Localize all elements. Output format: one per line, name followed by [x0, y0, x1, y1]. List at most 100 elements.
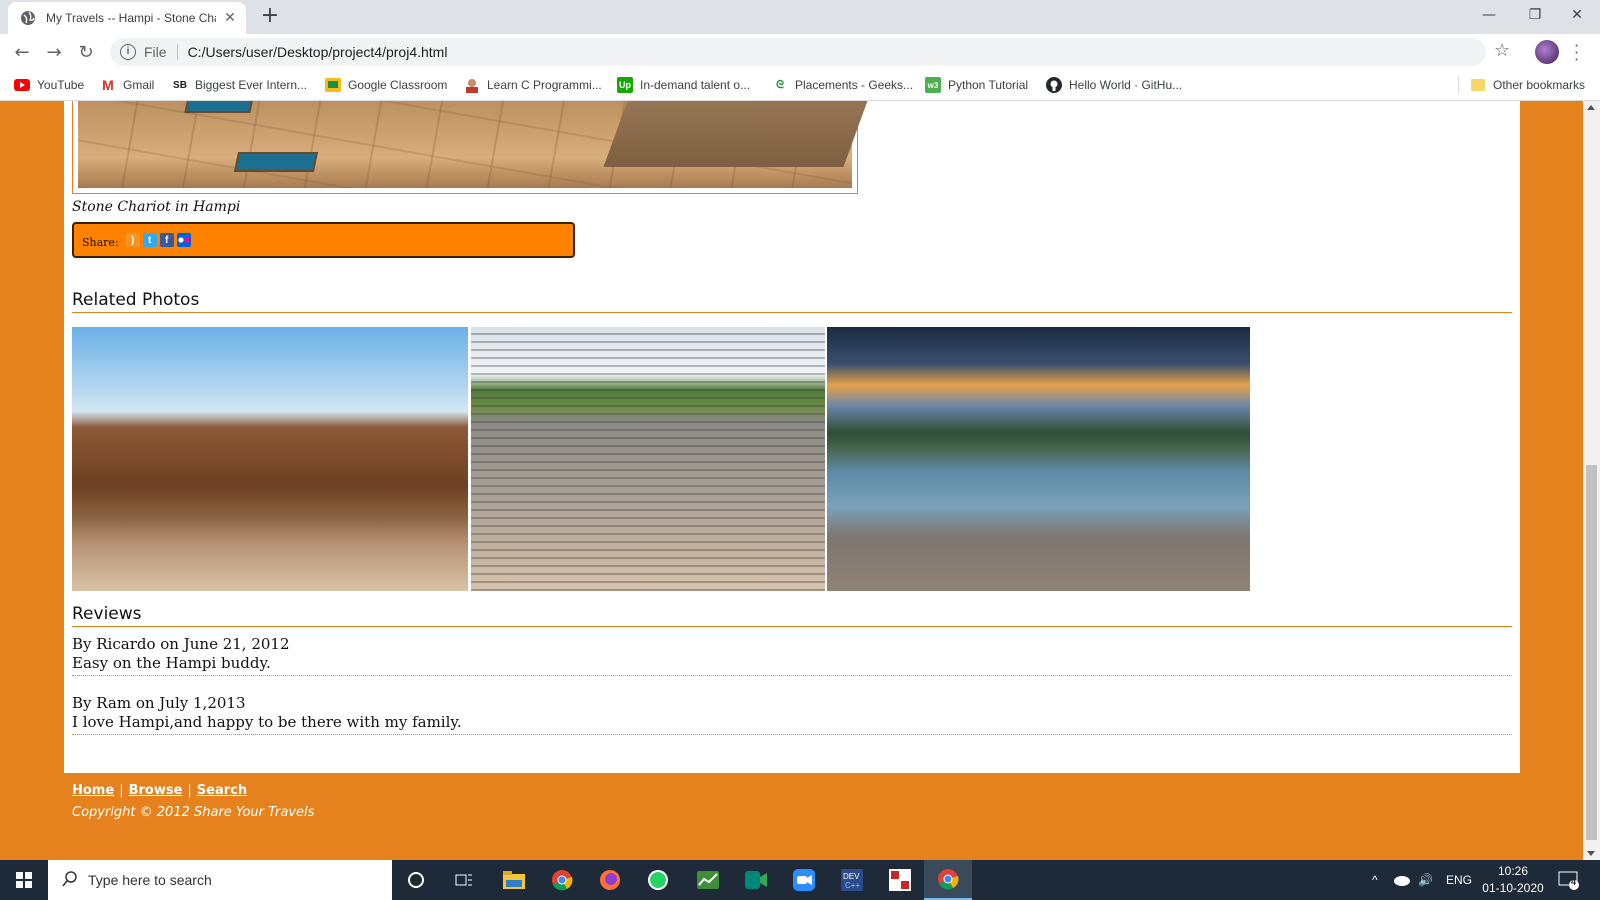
globe-icon	[20, 10, 36, 26]
rss-icon[interactable]: )	[125, 233, 140, 247]
water-tile	[184, 101, 254, 113]
review-divider	[72, 675, 1512, 676]
footer-nav: Home | Browse | Search	[72, 783, 247, 798]
file-explorer-icon[interactable]	[490, 860, 538, 900]
close-tab-icon[interactable]: ✕	[222, 10, 238, 26]
bookmark-label: Google Classroom	[348, 78, 448, 92]
reviews-rule	[72, 626, 1512, 627]
bookmark-gmail[interactable]: M Gmail	[100, 76, 154, 94]
scroll-up-icon[interactable]	[1587, 105, 1595, 110]
stone-chariot-photo	[78, 101, 873, 188]
turbo-c-icon[interactable]	[876, 860, 924, 900]
classroom-icon	[325, 77, 341, 93]
notifications-icon[interactable]: 4	[1558, 860, 1580, 900]
browser-tab[interactable]: My Travels -- Hampi - Stone Chariot ✕	[8, 2, 246, 34]
task-view-icon[interactable]	[440, 860, 488, 900]
footer-link-browse[interactable]: Browse	[129, 783, 183, 798]
related-photos-rule	[72, 312, 1512, 313]
tab-title: My Travels -- Hampi - Stone Chariot	[46, 11, 216, 25]
bookmark-label: Learn C Programmi...	[487, 78, 602, 92]
bookmark-github[interactable]: Hello World · GitHu...	[1046, 76, 1182, 94]
new-tab-button[interactable]: +	[258, 5, 282, 29]
chrome-icon[interactable]	[538, 860, 586, 900]
forward-icon[interactable]: →	[42, 40, 66, 64]
stock-app-icon[interactable]	[684, 860, 732, 900]
footer-separator: |	[187, 783, 192, 798]
bookmark-geeksforgeeks[interactable]: ᘓ Placements - Geeks...	[772, 76, 913, 94]
firefox-icon[interactable]	[586, 860, 634, 900]
folder-icon	[1470, 77, 1486, 93]
onedrive-icon[interactable]	[1392, 860, 1410, 900]
related-photo-tank[interactable]	[827, 327, 1250, 591]
bookmark-python-tutorial[interactable]: w3 Python Tutorial	[925, 76, 1028, 94]
bookmark-google-classroom[interactable]: Google Classroom	[325, 76, 447, 94]
water-tile	[233, 152, 319, 172]
related-photo-stepwell[interactable]	[471, 327, 825, 591]
language-indicator[interactable]: ENG	[1446, 860, 1472, 900]
footer-link-search[interactable]: Search	[197, 783, 247, 798]
bookmark-label: In-demand talent o...	[640, 78, 751, 92]
menu-icon[interactable]: · · ·	[1574, 38, 1579, 68]
volume-icon[interactable]: 🔊	[1418, 860, 1433, 900]
bookmark-label: Placements - Geeks...	[795, 78, 914, 92]
back-icon[interactable]: ←	[10, 40, 34, 64]
other-bookmarks[interactable]: Other bookmarks	[1470, 76, 1585, 94]
bookmark-star-icon[interactable]: ☆	[1494, 40, 1510, 61]
github-icon	[1046, 77, 1062, 93]
scroll-thumb[interactable]	[1586, 465, 1597, 840]
cortana-icon[interactable]	[392, 860, 440, 900]
chrome-active-icon[interactable]	[924, 860, 972, 900]
bookmark-learn-c[interactable]: Learn C Programmi...	[464, 76, 602, 94]
omnibox-divider	[176, 44, 178, 60]
zoom-icon[interactable]	[780, 860, 828, 900]
bookmark-youtube[interactable]: YouTube	[14, 76, 84, 94]
svg-text:DEV: DEV	[843, 872, 860, 881]
related-photos-heading: Related Photos	[72, 290, 200, 310]
page-viewport: Stone Chariot in Hampi Share: ) t f Rela…	[0, 101, 1583, 860]
twitter-icon[interactable]: t	[142, 233, 157, 247]
search-icon	[62, 870, 78, 890]
review-text: Easy on the Hampi buddy.	[72, 654, 271, 672]
related-photo-temple[interactable]	[72, 327, 468, 591]
review-byline: By Ram on July 1,2013	[72, 694, 246, 712]
close-window-icon[interactable]: ✕	[1554, 0, 1600, 30]
stone-block	[603, 101, 873, 167]
reviews-heading: Reviews	[72, 604, 142, 624]
bookmarks-divider	[1458, 76, 1459, 94]
address-bar[interactable]: i File C:/Users/user/Desktop/project4/pr…	[110, 38, 1486, 66]
taskbar-search[interactable]: Type here to search	[48, 860, 392, 900]
dev-cpp-icon[interactable]: DEV C++	[828, 860, 876, 900]
bookmark-label: Hello World · GitHu...	[1069, 78, 1183, 92]
svg-text:C++: C++	[845, 881, 860, 890]
youtube-icon	[14, 77, 30, 93]
footer-link-home[interactable]: Home	[72, 783, 114, 798]
search-placeholder: Type here to search	[88, 872, 212, 888]
profile-avatar[interactable]	[1535, 40, 1559, 64]
meet-icon[interactable]	[732, 860, 780, 900]
url-text[interactable]: C:/Users/user/Desktop/project4/proj4.htm…	[188, 44, 448, 60]
notification-count: 4	[1571, 877, 1577, 887]
whatsapp-icon[interactable]	[634, 860, 682, 900]
system-clock[interactable]: 10:26 01-10-2020	[1478, 863, 1548, 897]
page-scrollbar[interactable]	[1583, 101, 1600, 860]
info-icon[interactable]: i	[120, 44, 136, 60]
url-scheme: File	[144, 44, 167, 60]
minimize-icon[interactable]: —	[1466, 0, 1512, 30]
review-item: By Ram on July 1,2013 I love Hampi,and h…	[72, 694, 1512, 732]
review-divider	[72, 734, 1512, 735]
show-hidden-icons[interactable]: ^	[1372, 860, 1378, 900]
windows-start-icon[interactable]	[0, 860, 48, 900]
bookmark-label: Biggest Ever Intern...	[195, 78, 308, 92]
browser-toolbar: ← → ↻ i File C:/Users/user/Desktop/proje…	[0, 34, 1600, 70]
bookmarks-bar: YouTube M Gmail SB Biggest Ever Intern..…	[0, 70, 1600, 101]
flickr-icon[interactable]	[176, 233, 191, 247]
hero-figure	[72, 101, 873, 194]
bookmark-biggest-ever-intern[interactable]: SB Biggest Ever Intern...	[172, 76, 307, 94]
sb-icon: SB	[173, 79, 187, 91]
share-bar: Share: ) t f	[72, 222, 575, 258]
reload-icon[interactable]: ↻	[74, 40, 98, 64]
bookmark-upwork[interactable]: Up In-demand talent o...	[617, 76, 750, 94]
scroll-down-icon[interactable]	[1587, 851, 1595, 856]
restore-icon[interactable]: ❐	[1512, 0, 1558, 30]
facebook-icon[interactable]: f	[159, 233, 174, 247]
